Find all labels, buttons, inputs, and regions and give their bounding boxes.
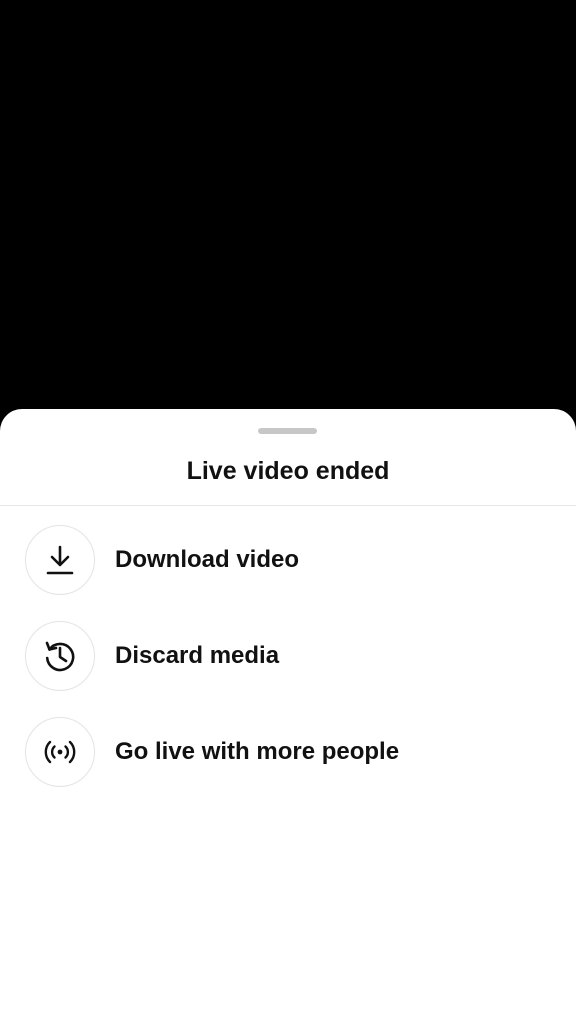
broadcast-icon xyxy=(25,717,95,787)
history-icon xyxy=(25,621,95,691)
download-video-label: Download video xyxy=(115,546,300,573)
bottom-sheet: Live video ended Download video Discard … xyxy=(0,409,576,1024)
sheet-drag-handle[interactable] xyxy=(258,428,317,434)
title-divider xyxy=(0,505,576,506)
discard-media-label: Discard media xyxy=(115,642,280,669)
sheet-title: Live video ended xyxy=(186,457,390,485)
go-live-with-more-people-label: Go live with more people xyxy=(115,738,400,765)
download-video-option[interactable]: Download video xyxy=(0,519,576,603)
discard-media-option[interactable]: Discard media xyxy=(0,615,576,699)
video-area xyxy=(0,0,576,420)
live-ended-screen: Live video ended Download video Discard … xyxy=(0,0,576,1024)
download-icon xyxy=(25,525,95,595)
go-live-with-more-people-option[interactable]: Go live with more people xyxy=(0,711,576,795)
